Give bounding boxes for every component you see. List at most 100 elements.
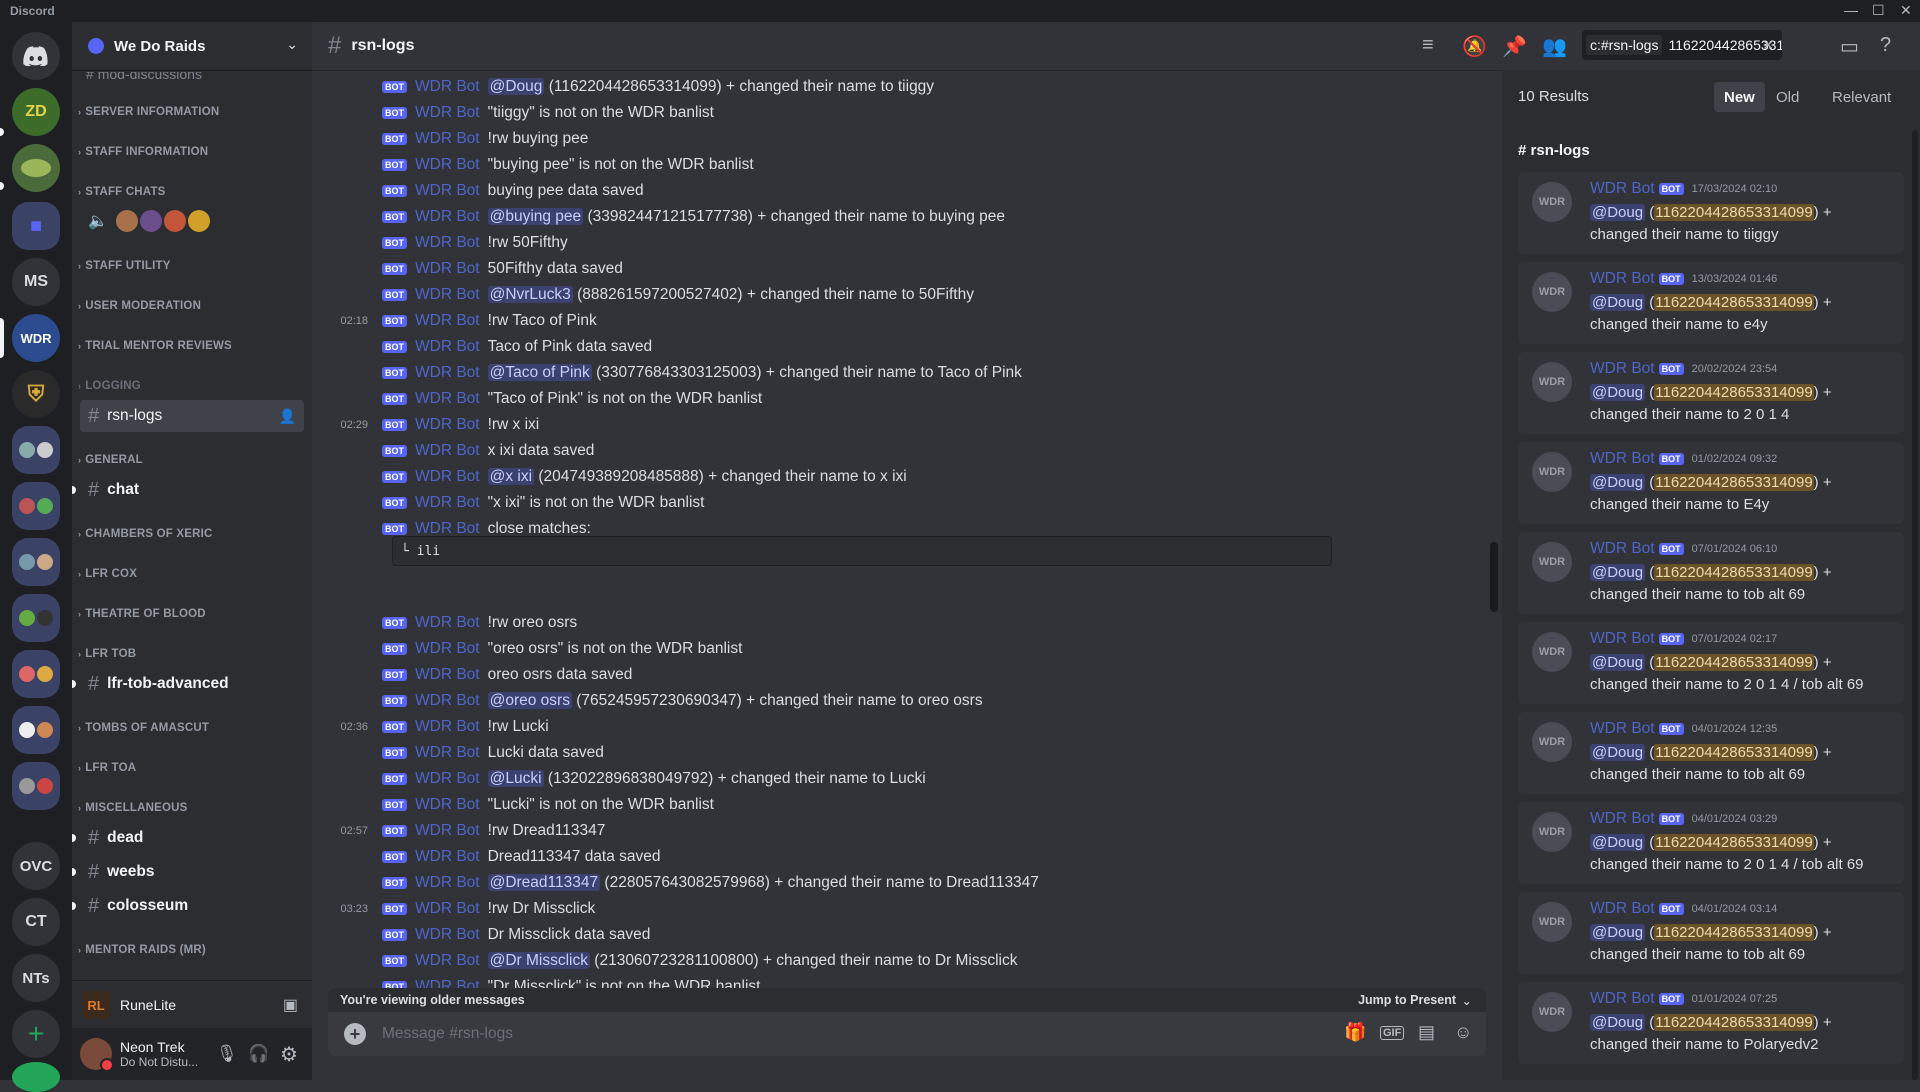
search-result[interactable]: WDR WDR Bot BOT 17/03/2024 02:10 @Doug (1162… (1518, 172, 1904, 254)
message-author[interactable]: WDR Bot (415, 744, 480, 762)
user-mention[interactable]: @Doug (1590, 474, 1646, 491)
sticker-icon[interactable]: ▤ (1418, 1022, 1435, 1043)
jump-to-present-button[interactable]: Jump to Present (1358, 993, 1456, 1007)
message-author[interactable]: WDR Bot (1590, 810, 1655, 828)
search-result[interactable]: WDR WDR Bot BOT 07/01/2024 06:10 @Doug (1162… (1518, 532, 1904, 614)
user-mention[interactable]: @Dread113347 (487, 874, 601, 891)
category-logging[interactable]: › LOGGING (78, 380, 141, 392)
server-folder-2[interactable] (12, 426, 60, 474)
server-folder-4[interactable] (12, 538, 60, 586)
avatar[interactable]: WDR (1532, 362, 1572, 402)
user-mention[interactable]: @Doug (1590, 654, 1646, 671)
user-mention[interactable]: @Doug (1590, 204, 1646, 221)
message-author[interactable]: WDR Bot (415, 234, 480, 252)
category-user-moderation[interactable]: › USER MODERATION (78, 300, 201, 312)
server-folder-7[interactable] (12, 706, 60, 754)
members-icon[interactable]: 👥 (1542, 34, 1567, 59)
avatar[interactable]: WDR (1532, 542, 1572, 582)
gift-icon[interactable]: 🎁 (1344, 1022, 1366, 1043)
avatar[interactable]: WDR (1532, 452, 1572, 492)
message-author[interactable]: WDR Bot (415, 104, 480, 122)
channel-partial-mod-discussions[interactable]: # mod-discussions (86, 72, 202, 84)
discover-icon[interactable] (12, 1062, 60, 1092)
user-mention[interactable]: @Doug (1590, 924, 1646, 941)
search-result[interactable]: WDR WDR Bot BOT 07/01/2024 02:17 @Doug (1162… (1518, 622, 1904, 704)
channel-dead[interactable]: # dead (72, 822, 304, 854)
inbox-icon[interactable]: ▭ (1840, 34, 1859, 59)
avatar[interactable] (187, 210, 210, 232)
message-author[interactable]: WDR Bot (1590, 180, 1655, 198)
user-mention[interactable]: @Doug (487, 78, 545, 95)
message-author[interactable]: WDR Bot (1590, 900, 1655, 918)
message-author[interactable]: WDR Bot (415, 312, 480, 330)
avatar[interactable] (80, 1038, 114, 1072)
message-author[interactable]: WDR Bot (415, 796, 480, 814)
user-mention[interactable]: @Doug (1590, 384, 1646, 401)
category-staff-utility[interactable]: › STAFF UTILITY (78, 260, 171, 272)
search-input[interactable]: c:#rsn-logs 1162204428653314099 ✕ (1582, 30, 1782, 60)
message-author[interactable]: WDR Bot (415, 130, 480, 148)
server-folder-8[interactable] (12, 762, 60, 810)
message-author[interactable]: WDR Bot (415, 364, 480, 382)
message-author[interactable]: WDR Bot (415, 822, 480, 840)
avatar[interactable] (163, 210, 186, 232)
server-folder-5[interactable] (12, 594, 60, 642)
search-result[interactable]: WDR WDR Bot BOT 01/01/2024 07:25 @Doug (1162… (1518, 982, 1904, 1064)
category-lfr-cox[interactable]: › LFR COX (78, 568, 137, 580)
channel-rsn-logs[interactable]: # rsn-logs 👤 (80, 400, 304, 432)
message-author[interactable]: WDR Bot (415, 286, 480, 304)
channel-colosseum[interactable]: # colosseum (72, 890, 304, 922)
server-helmet[interactable]: ⛨ (12, 370, 60, 418)
add-server-button[interactable]: + (12, 1010, 60, 1058)
home-button[interactable] (12, 32, 60, 80)
message-author[interactable]: WDR Bot (415, 718, 480, 736)
message-author[interactable]: WDR Bot (415, 416, 480, 434)
user-mention[interactable]: @Doug (1590, 1014, 1646, 1031)
message-input[interactable]: Message #rsn-logs (382, 1025, 513, 1043)
message-author[interactable]: WDR Bot (415, 926, 480, 944)
category-tombs-of-amascut[interactable]: › TOMBS OF AMASCUT (78, 722, 209, 734)
search-result[interactable]: WDR WDR Bot BOT 04/01/2024 03:14 @Doug (1162… (1518, 892, 1904, 974)
message-author[interactable]: WDR Bot (1590, 270, 1655, 288)
message-author[interactable]: WDR Bot (415, 848, 480, 866)
chevron-down-icon[interactable]: ⌄ (286, 36, 298, 53)
category-staff-information[interactable]: › STAFF INFORMATION (78, 146, 208, 158)
message-author[interactable]: WDR Bot (415, 666, 480, 684)
clear-search-icon[interactable]: ✕ (1762, 37, 1774, 54)
user-mention[interactable]: @Lucki (487, 770, 544, 787)
avatar[interactable]: WDR (1532, 632, 1572, 672)
category-miscellaneous[interactable]: › MISCELLANEOUS (78, 802, 187, 814)
message-author[interactable]: WDR Bot (415, 208, 480, 226)
user-info[interactable]: Neon Trek Do Not Distu... (120, 1039, 198, 1069)
category-staff-chats[interactable]: › STAFF CHATS (78, 186, 166, 198)
scrollbar[interactable] (1912, 130, 1918, 1080)
category-server-information[interactable]: › SERVER INFORMATION (78, 106, 219, 118)
emoji-icon[interactable]: ☺ (1454, 1022, 1472, 1043)
avatar[interactable]: WDR (1532, 182, 1572, 222)
gear-icon[interactable]: ⚙ (280, 1042, 298, 1067)
message-author[interactable]: WDR Bot (415, 952, 480, 970)
sort-relevant-tab[interactable]: Relevant (1822, 82, 1901, 112)
notifications-muted-icon[interactable]: 🔕 (1462, 34, 1487, 59)
message-author[interactable]: WDR Bot (1590, 990, 1655, 1008)
category-lfr-toa[interactable]: › LFR TOA (78, 762, 136, 774)
channel-weebs[interactable]: # weebs (72, 856, 304, 888)
category-chambers-of-xeric[interactable]: › CHAMBERS OF XERIC (78, 528, 213, 540)
sort-new-tab[interactable]: New (1714, 82, 1765, 112)
search-result[interactable]: WDR WDR Bot BOT 20/02/2024 23:54 @Doug (1162… (1518, 352, 1904, 434)
user-mention[interactable]: @Dr Missclick (487, 952, 590, 969)
category-mentor-raids[interactable]: › MENTOR RAIDS (MR) (78, 944, 206, 956)
message-author[interactable]: WDR Bot (415, 442, 480, 460)
user-mention[interactable]: @Doug (1590, 294, 1646, 311)
server-zd[interactable]: ZD (12, 88, 60, 136)
maximize-button[interactable]: ☐ (1872, 2, 1885, 19)
search-result[interactable]: WDR WDR Bot BOT 04/01/2024 12:35 @Doug (1162… (1518, 712, 1904, 794)
message-author[interactable]: WDR Bot (1590, 540, 1655, 558)
message-author[interactable]: WDR Bot (415, 390, 480, 408)
message-author[interactable]: WDR Bot (415, 770, 480, 788)
category-lfr-tob[interactable]: › LFR TOB (78, 648, 136, 660)
microphone-icon[interactable]: 🎙 (216, 1044, 238, 1064)
avatar[interactable]: WDR (1532, 272, 1572, 312)
server-ms[interactable]: MS (12, 258, 60, 306)
headphones-icon[interactable]: 🎧 (248, 1044, 269, 1064)
